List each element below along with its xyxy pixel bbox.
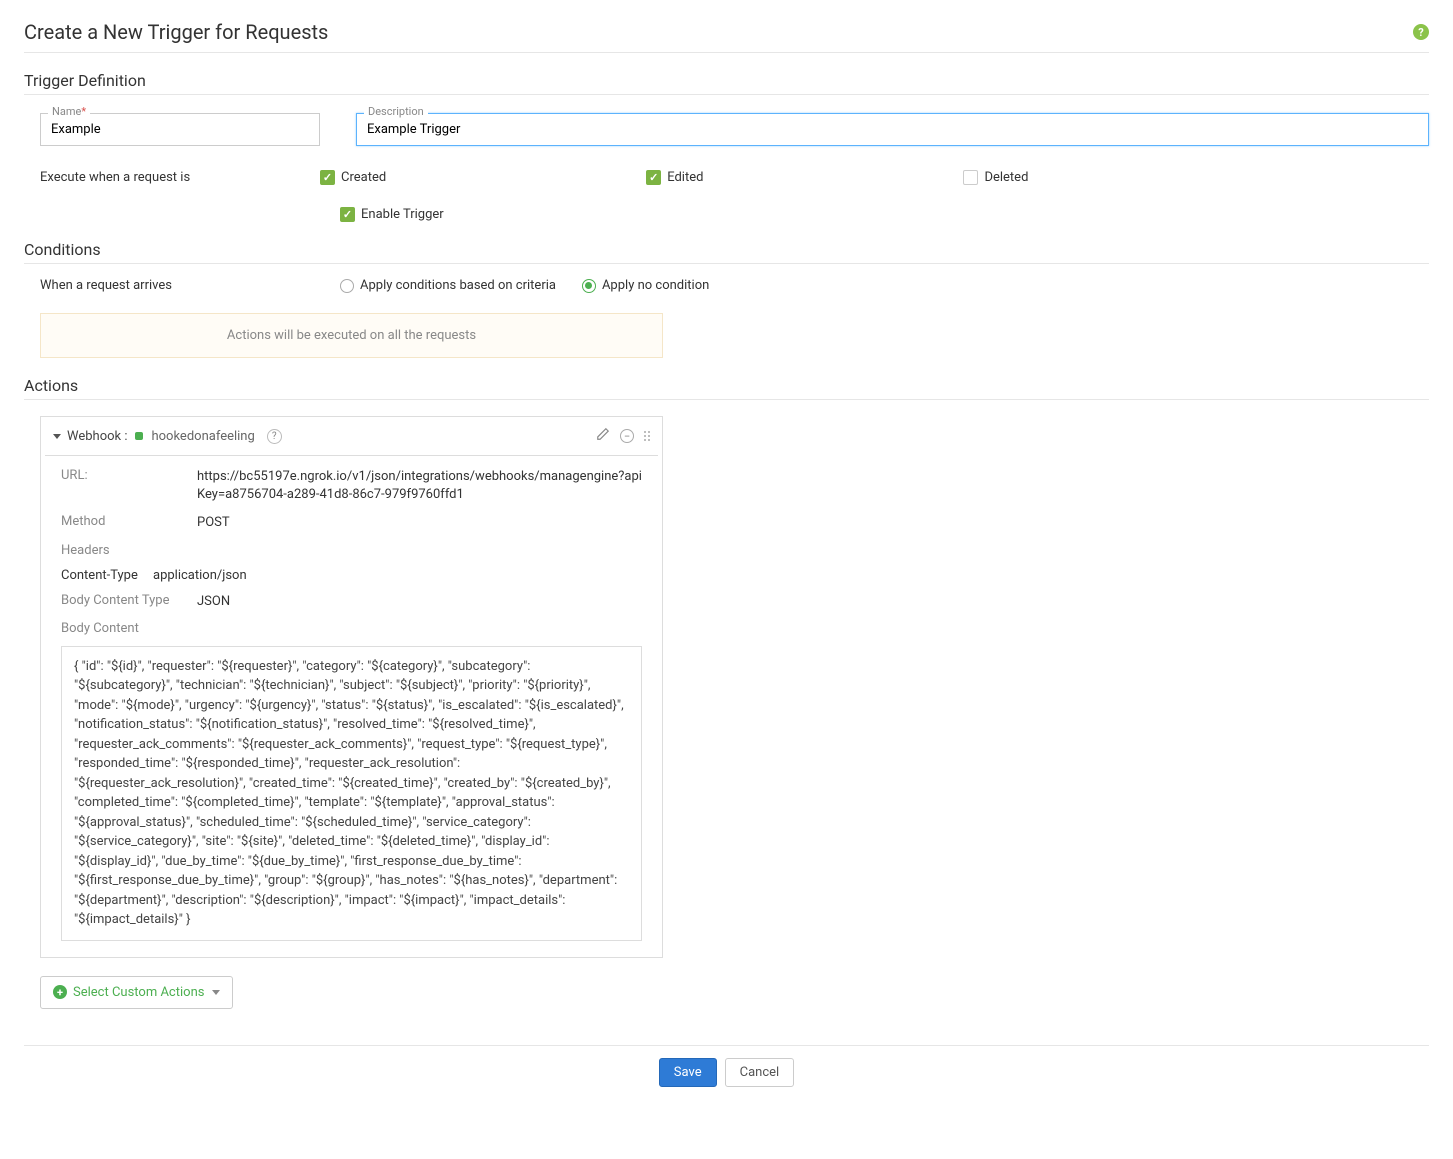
- caret-down-icon[interactable]: [53, 434, 61, 439]
- url-value: https://bc55197e.ngrok.io/v1/json/integr…: [197, 468, 642, 504]
- radio-apply-criteria[interactable]: Apply conditions based on criteria: [340, 278, 556, 293]
- select-custom-actions-button[interactable]: + Select Custom Actions: [40, 976, 233, 1009]
- checkbox-created-label: Created: [341, 170, 386, 185]
- url-label: URL:: [61, 468, 197, 504]
- page-title: Create a New Trigger for Requests: [24, 20, 328, 44]
- checkbox-deleted-label: Deleted: [984, 170, 1028, 185]
- description-label: Description: [364, 105, 428, 118]
- remove-icon[interactable]: −: [620, 429, 634, 443]
- name-label: Name*: [48, 105, 90, 118]
- section-actions: Actions: [24, 376, 1429, 400]
- webhook-prefix: Webhook :: [67, 429, 127, 444]
- radio-apply-none[interactable]: Apply no condition: [582, 278, 709, 293]
- method-value: POST: [197, 514, 642, 532]
- cancel-button[interactable]: Cancel: [725, 1058, 795, 1087]
- conditions-arrive-label: When a request arrives: [40, 278, 340, 293]
- checkbox-edited[interactable]: [646, 170, 661, 185]
- conditions-notice: Actions will be executed on all the requ…: [40, 313, 663, 358]
- body-content-label: Body Content: [61, 621, 197, 636]
- section-conditions: Conditions: [24, 240, 1429, 264]
- save-button[interactable]: Save: [659, 1058, 717, 1087]
- checkbox-edited-label: Edited: [667, 170, 703, 185]
- body-type-value: JSON: [197, 593, 642, 611]
- checkbox-deleted[interactable]: [963, 170, 978, 185]
- body-type-label: Body Content Type: [61, 593, 197, 611]
- drag-handle-icon[interactable]: [644, 431, 650, 441]
- body-content-value: { "id": "${id}", "requester": "${request…: [61, 646, 642, 941]
- plus-icon: +: [53, 985, 67, 999]
- webhook-card: Webhook : hookedonafeeling ? −: [40, 416, 663, 958]
- webhook-help-icon[interactable]: ?: [267, 429, 282, 444]
- checkbox-created[interactable]: [320, 170, 335, 185]
- chevron-down-icon: [212, 990, 220, 995]
- headers-label: Headers: [61, 543, 197, 558]
- section-trigger-definition: Trigger Definition: [24, 71, 1429, 95]
- radio-none-label: Apply no condition: [602, 278, 709, 293]
- status-dot-icon: [135, 432, 143, 440]
- enable-trigger-label: Enable Trigger: [361, 207, 444, 222]
- radio-criteria-label: Apply conditions based on criteria: [360, 278, 556, 293]
- webhook-name: hookedonafeeling: [151, 429, 254, 444]
- checkbox-enable-trigger[interactable]: [340, 207, 355, 222]
- header-value: application/json: [153, 568, 247, 583]
- header-key: Content-Type: [61, 568, 153, 583]
- description-input[interactable]: [356, 113, 1429, 146]
- edit-icon[interactable]: [596, 427, 610, 445]
- help-icon[interactable]: ?: [1413, 24, 1429, 40]
- method-label: Method: [61, 514, 197, 532]
- select-actions-label: Select Custom Actions: [73, 985, 204, 1000]
- execute-label: Execute when a request is: [40, 170, 320, 185]
